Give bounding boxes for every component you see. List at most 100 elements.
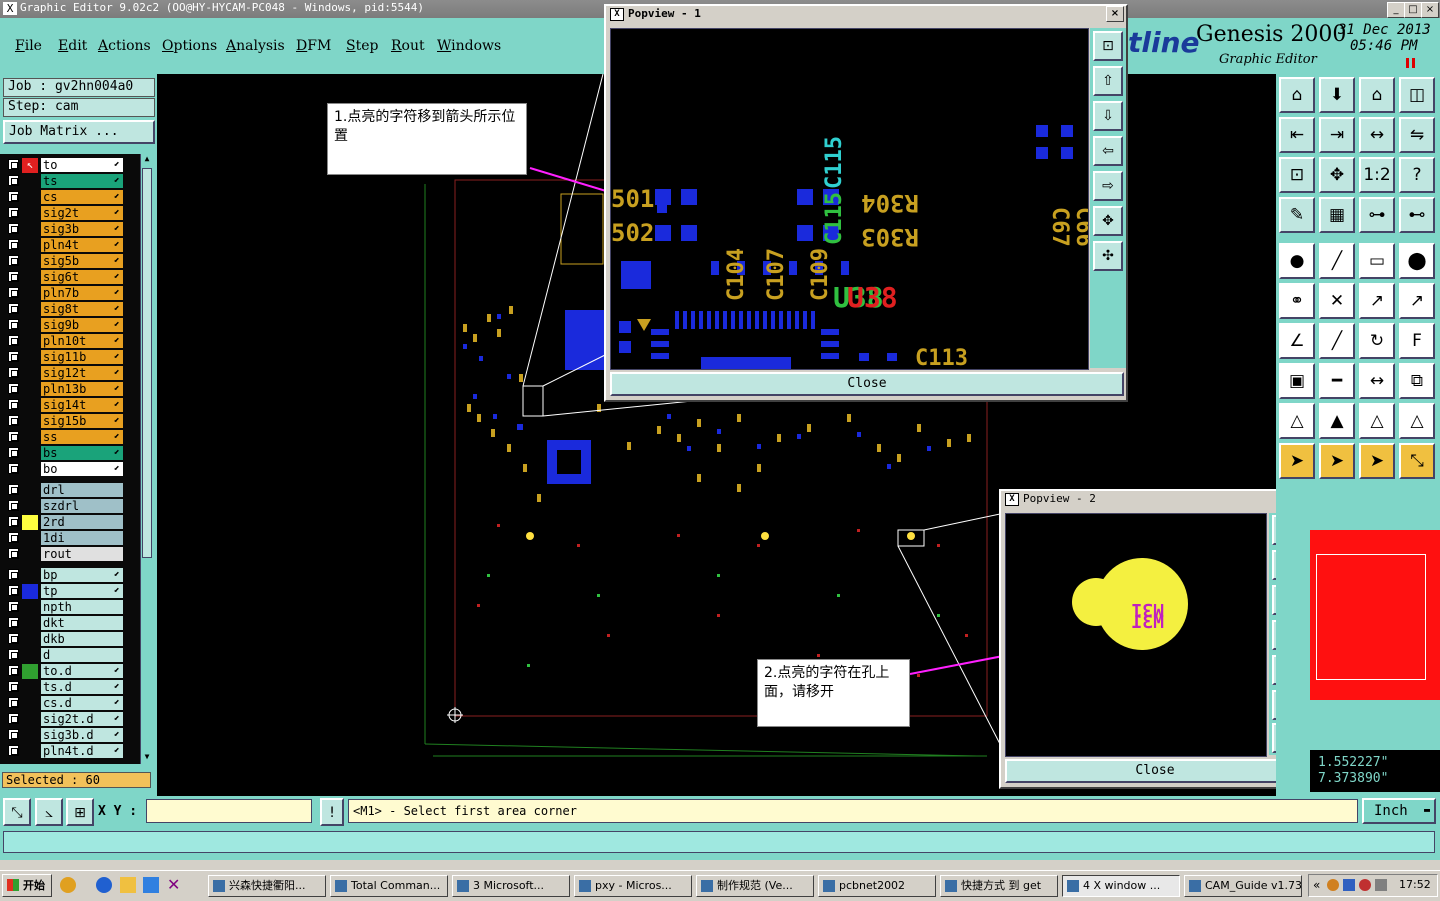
layer-row-sig3b.d[interactable]: sig3b.d ⬋: [6, 728, 124, 743]
layer-color-swatch[interactable]: [22, 254, 38, 269]
slash-icon[interactable]: ╱: [1319, 323, 1355, 359]
layer-checkbox[interactable]: [8, 729, 19, 740]
select-icon[interactable]: ➤: [1319, 443, 1355, 479]
layer-checkbox[interactable]: [8, 367, 19, 378]
layer-row-sig15b[interactable]: sig15b ⬋: [6, 414, 124, 429]
add-icon[interactable]: ↗: [1399, 283, 1435, 319]
layer-row-pln4t[interactable]: pln4t ⬋: [6, 238, 124, 253]
right-icon[interactable]: ⇥: [1319, 117, 1355, 153]
left-icon[interactable]: ⇤: [1279, 117, 1315, 153]
swap-icon[interactable]: ⇋: [1399, 117, 1435, 153]
info-icon[interactable]: !: [320, 798, 344, 826]
layer-row-bo[interactable]: bo ⬋: [6, 462, 124, 477]
layer-row-pln10t[interactable]: pln10t ⬋: [6, 334, 124, 349]
layer-color-swatch[interactable]: [22, 616, 38, 631]
zoom-in-icon[interactable]: ✥: [1093, 206, 1123, 236]
layer-color-swatch[interactable]: [22, 222, 38, 237]
layer-checkbox[interactable]: [8, 319, 19, 330]
split-icon[interactable]: ◫: [1399, 77, 1435, 113]
layer-name[interactable]: drl: [41, 483, 123, 497]
layer-row-sig9b[interactable]: sig9b ⬋: [6, 318, 124, 333]
layer-name[interactable]: bo ⬋: [41, 462, 123, 476]
grid-view-icon[interactable]: ▦: [1319, 197, 1355, 233]
net-icon[interactable]: ⊶: [1359, 197, 1395, 233]
layer-name[interactable]: pln7b ⬋: [41, 286, 123, 300]
measure-icon[interactable]: ⦣: [35, 798, 63, 826]
layer-name[interactable]: pln4t.d ⬋: [41, 744, 123, 758]
layer-checkbox[interactable]: [8, 745, 19, 756]
menu-actions[interactable]: Actions: [98, 38, 151, 54]
layer-checkbox[interactable]: [8, 271, 19, 282]
ie-icon[interactable]: [96, 877, 112, 893]
layer-checkbox[interactable]: [8, 484, 19, 495]
layer-checkbox[interactable]: [8, 159, 19, 170]
layer-checkbox[interactable]: [8, 516, 19, 527]
zoom-out-icon[interactable]: ✣: [1093, 241, 1123, 271]
text-icon[interactable]: F: [1399, 323, 1435, 359]
layer-row-cs[interactable]: cs ⬋: [6, 190, 124, 205]
layer-color-swatch[interactable]: [22, 414, 38, 429]
layer-row-sig2t.d[interactable]: sig2t.d ⬋: [6, 712, 124, 727]
layer-checkbox[interactable]: [8, 447, 19, 458]
layer-row-pln4t.d[interactable]: pln4t.d ⬋: [6, 744, 124, 759]
layer-checkbox[interactable]: [8, 335, 19, 346]
layer-color-swatch[interactable]: [22, 446, 38, 461]
layer-checkbox[interactable]: [8, 303, 19, 314]
layer-color-swatch[interactable]: [22, 382, 38, 397]
layer-checkbox[interactable]: [8, 207, 19, 218]
layer-name[interactable]: 2rd: [41, 515, 123, 529]
layer-color-swatch[interactable]: [22, 568, 38, 583]
layer-color-swatch[interactable]: [22, 515, 38, 530]
tri3-icon[interactable]: △: [1359, 403, 1395, 439]
tray-icon-4[interactable]: [1375, 879, 1387, 891]
task-8-active[interactable]: 4 X window ...: [1062, 875, 1180, 897]
layer-checkbox[interactable]: [8, 681, 19, 692]
popview-2-close-button[interactable]: Close: [1005, 759, 1305, 783]
layer-row-1di[interactable]: 1di: [6, 531, 124, 546]
layer-name[interactable]: bs ⬋: [41, 446, 123, 460]
layer-color-swatch[interactable]: [22, 600, 38, 615]
folder-icon[interactable]: [120, 877, 136, 893]
layer-color-swatch[interactable]: [22, 499, 38, 514]
layer-color-swatch[interactable]: [22, 302, 38, 317]
layer-color-swatch[interactable]: [22, 318, 38, 333]
layer-row-rout[interactable]: rout: [6, 547, 124, 562]
layer-color-swatch[interactable]: [22, 350, 38, 365]
help-icon[interactable]: ?: [1399, 157, 1435, 193]
tri2-icon[interactable]: ▲: [1319, 403, 1355, 439]
popview-1-close-icon[interactable]: ×: [1106, 6, 1124, 22]
app-icon-2[interactable]: [143, 877, 159, 893]
layer-color-swatch[interactable]: [22, 584, 38, 599]
layer-color-swatch[interactable]: [22, 712, 38, 727]
layer-row-sig2t[interactable]: sig2t ⬋: [6, 206, 124, 221]
layer-row-pln7b[interactable]: pln7b ⬋: [6, 286, 124, 301]
unit-selector[interactable]: Inch ▬: [1362, 798, 1436, 824]
command-line[interactable]: [3, 831, 1435, 853]
layer-name[interactable]: rout: [41, 547, 123, 561]
menu-analysis[interactable]: Analysis: [226, 38, 285, 54]
layer-name[interactable]: dkb: [41, 632, 123, 646]
pad-icon[interactable]: ●: [1279, 243, 1315, 279]
layer-checkbox[interactable]: [8, 383, 19, 394]
move-icon[interactable]: ↗: [1359, 283, 1395, 319]
menu-rout[interactable]: Rout: [391, 38, 425, 54]
layer-row-d[interactable]: d: [6, 648, 124, 663]
layer-checkbox[interactable]: [8, 287, 19, 298]
layer-name[interactable]: ts ⬋: [41, 174, 123, 188]
layer-name[interactable]: to ⬋: [41, 158, 123, 172]
layer-row-ts.d[interactable]: ts.d ⬋: [6, 680, 124, 695]
popview-2-titlebar[interactable]: X Popview - 2 ×: [1001, 491, 1307, 507]
layer-name[interactable]: 1di: [41, 531, 123, 545]
layer-name[interactable]: sig2t ⬋: [41, 206, 123, 220]
layer-name[interactable]: sig8t ⬋: [41, 302, 123, 316]
layer-name[interactable]: pln13b ⬋: [41, 382, 123, 396]
route-icon[interactable]: ⤡: [1399, 443, 1435, 479]
select2-icon[interactable]: ➤: [1359, 443, 1395, 479]
quick-launch-icon[interactable]: [60, 877, 76, 893]
start-button[interactable]: 开始: [2, 874, 52, 897]
layer-row-bs[interactable]: bs ⬋: [6, 446, 124, 461]
layer-color-swatch[interactable]: [22, 632, 38, 647]
task-2[interactable]: Total Comman...: [330, 875, 448, 897]
minus-icon[interactable]: ━: [1319, 363, 1355, 399]
layer-row-pln13b[interactable]: pln13b ⬋: [6, 382, 124, 397]
